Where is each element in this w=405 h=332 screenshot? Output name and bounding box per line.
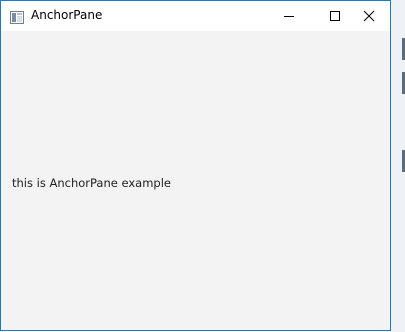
close-icon (363, 7, 375, 26)
window-title: AnchorPane (31, 8, 103, 22)
title-bar[interactable]: AnchorPane (1, 1, 390, 31)
app-window: AnchorPane this is AnchorPane example (0, 0, 391, 331)
anchor-pane: this is AnchorPane example (1, 31, 390, 330)
desktop-background (391, 0, 405, 332)
close-button[interactable] (346, 1, 392, 31)
maximize-icon (329, 7, 341, 26)
minimize-icon (283, 7, 295, 26)
java-app-icon (10, 9, 24, 24)
anchor-pane-label: this is AnchorPane example (12, 176, 171, 190)
minimize-button[interactable] (266, 1, 312, 31)
